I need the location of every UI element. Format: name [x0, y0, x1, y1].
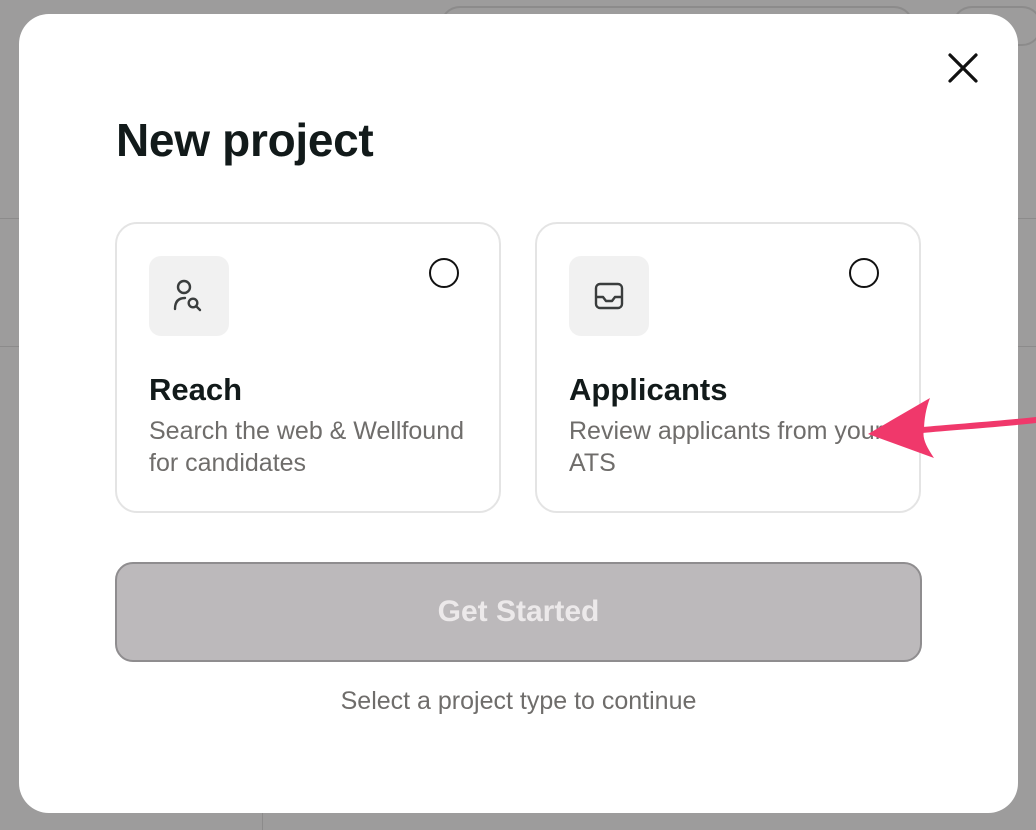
modal-title: New project — [116, 114, 374, 166]
user-search-icon — [173, 279, 202, 312]
card-icon-container — [149, 256, 229, 336]
card-icon-container — [569, 256, 649, 336]
project-type-card-applicants[interactable]: Applicants Review applicants from your A… — [535, 222, 921, 513]
background-divider — [1018, 346, 1036, 347]
applicants-radio[interactable] — [849, 258, 879, 288]
inbox-icon — [594, 282, 624, 310]
background-divider — [1018, 218, 1036, 219]
get-started-button[interactable]: Get Started — [115, 562, 922, 662]
card-description: Search the web & Wellfound for candidate… — [149, 417, 465, 477]
close-button[interactable] — [941, 46, 985, 90]
background-divider — [262, 812, 263, 830]
card-title: Reach — [149, 372, 243, 407]
project-type-card-reach[interactable]: Reach Search the web & Wellfound for can… — [115, 222, 501, 513]
arrow-left-icon — [868, 398, 1036, 458]
reach-radio[interactable] — [429, 258, 459, 288]
background-divider — [0, 346, 20, 347]
card-title: Applicants — [569, 372, 728, 407]
card-description: Review applicants from your ATS — [569, 417, 884, 477]
close-icon — [948, 53, 978, 83]
background-divider — [0, 218, 20, 219]
helper-text: Select a project type to continue — [340, 687, 697, 715]
